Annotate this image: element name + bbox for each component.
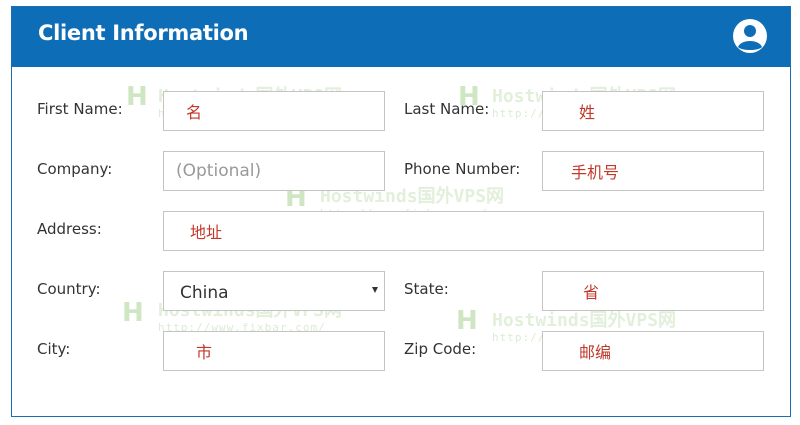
country-select[interactable]: China: [163, 271, 385, 311]
panel-title: Client Information: [38, 21, 249, 45]
first-name-input[interactable]: 名: [163, 91, 385, 131]
city-input[interactable]: 市: [163, 331, 385, 371]
address-label: Address:: [37, 220, 102, 238]
zip-code-label: Zip Code:: [404, 340, 477, 358]
last-name-label: Last Name:: [404, 100, 490, 118]
phone-number-input[interactable]: 手机号: [542, 151, 764, 191]
chevron-down-icon[interactable]: [372, 287, 378, 293]
city-label: City:: [37, 340, 71, 358]
user-circle-icon[interactable]: [731, 17, 769, 55]
panel-header: Client Information: [12, 7, 790, 67]
company-input[interactable]: (Optional): [163, 151, 385, 191]
watermark-logo-icon: H: [126, 82, 148, 112]
country-label: Country:: [37, 280, 101, 298]
watermark-logo-icon: H: [122, 298, 144, 328]
state-label: State:: [404, 280, 449, 298]
state-input[interactable]: 省: [542, 271, 764, 311]
watermark-logo-icon: H: [456, 306, 478, 336]
address-input[interactable]: 地址: [163, 211, 764, 251]
company-label: Company:: [37, 160, 113, 178]
first-name-label: First Name:: [37, 100, 123, 118]
zip-code-input[interactable]: 邮编: [542, 331, 764, 371]
phone-number-label: Phone Number:: [404, 160, 521, 178]
last-name-input[interactable]: 姓: [542, 91, 764, 131]
